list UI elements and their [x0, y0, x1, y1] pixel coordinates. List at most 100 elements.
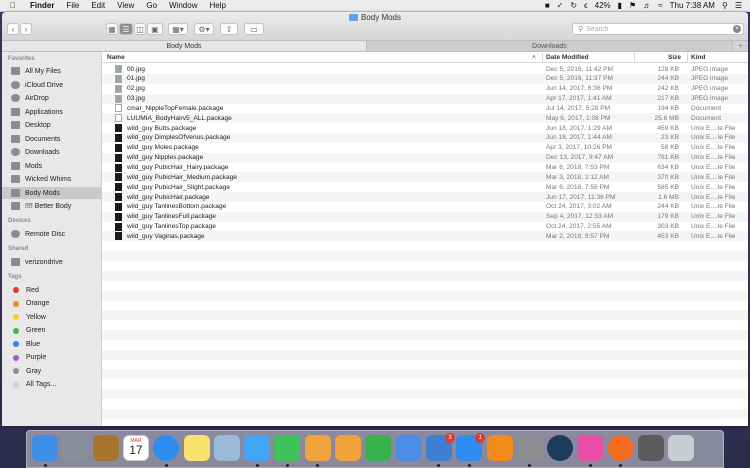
time-machine-icon[interactable]: ↻ — [570, 1, 577, 10]
icon-view-button[interactable]: ▦ — [106, 23, 118, 35]
sidebar-item-desktop[interactable]: Desktop — [2, 119, 101, 131]
table-row[interactable]: 00.jpg Dec 5, 2016, 11:42 PM 128 KB JPEG im… — [102, 64, 748, 74]
finder-icon[interactable] — [32, 435, 58, 461]
table-row[interactable]: wild_guy Butts.package Jun 18, 2017, 1:29… — [102, 123, 748, 133]
share-button[interactable]: ⇧ — [220, 23, 238, 35]
menu-help[interactable]: Help — [209, 1, 225, 10]
column-header-kind[interactable]: Kind — [691, 54, 705, 61]
sidebar-item-body-mods[interactable]: Body Mods — [2, 187, 101, 199]
table-row[interactable]: LUUMIA_BodyHairv5_ALL.package May 6, 2017… — [102, 113, 748, 124]
stickies-icon[interactable] — [183, 435, 210, 461]
preview-icon[interactable] — [213, 435, 240, 461]
sidebar-tag-orange[interactable]: Orange — [2, 298, 101, 310]
battery-percent[interactable]: 42% — [595, 1, 611, 10]
table-row[interactable]: wild_guy PubicHair_Slight.package Mar 6, … — [102, 182, 748, 192]
menu-file[interactable]: File — [66, 1, 79, 10]
notification-center-icon[interactable]: ☰ — [735, 1, 742, 10]
sidebar-item-applications[interactable]: Applications — [2, 106, 101, 118]
tab-body-mods[interactable]: Body Mods — [2, 41, 366, 51]
table-row[interactable]: cmar_NippleTopFemale.package Jul 14, 2017… — [102, 103, 748, 113]
clear-search-icon[interactable]: × — [733, 25, 741, 33]
clock[interactable]: Thu 7:38 AM — [670, 1, 715, 10]
origin-icon[interactable] — [607, 435, 634, 461]
sidebar-item-all-my-files[interactable]: All My Files — [2, 65, 101, 77]
search-field[interactable]: ⚲ Search × — [572, 23, 744, 35]
sidebar-tag-gray[interactable]: Gray — [2, 365, 101, 377]
trash-icon[interactable] — [668, 435, 695, 461]
sidebar-tag-purple[interactable]: Purple — [2, 352, 101, 364]
table-row[interactable]: wild_guy DimplesOfVenus.package Jun 18, 2… — [102, 132, 748, 143]
volume-icon[interactable]: ♬ — [643, 1, 651, 10]
sidebar-item-downloads[interactable]: Downloads — [2, 146, 101, 158]
numbers-icon[interactable] — [365, 435, 392, 461]
table-row[interactable]: 01.jpg Dec 5, 2016, 11:37 PM 244 KB JPEG im… — [102, 73, 748, 84]
sidebar-item-icloud-drive[interactable]: iCloud Drive — [2, 79, 101, 91]
edit-tags-button[interactable]: ▭ — [244, 23, 264, 35]
dropbox-icon[interactable]: ■ — [545, 1, 550, 10]
sidebar-tag-red[interactable]: Red — [2, 284, 101, 296]
safari-icon[interactable] — [153, 435, 180, 461]
action-menu-button[interactable]: ⚙▾ — [194, 23, 214, 35]
table-row[interactable]: 03.jpg Apr 17, 2017, 1:41 AM 217 KB JPEG im… — [102, 93, 748, 104]
wifi-icon[interactable]: ≈ — [658, 1, 662, 10]
table-row[interactable]: wild_guy PubicHair_Hairy.package Mar 6, 2… — [102, 163, 748, 173]
itunes-icon[interactable] — [577, 435, 604, 461]
keynote-stand-icon[interactable]: 3 — [425, 433, 455, 461]
menu-edit[interactable]: Edit — [91, 1, 105, 10]
quicktime-icon[interactable] — [547, 435, 574, 461]
calendar-icon[interactable]: MAR 17 — [122, 435, 149, 461]
column-view-button[interactable]: ◫ — [134, 23, 146, 35]
column-header-name[interactable]: Name — [107, 54, 125, 61]
table-row[interactable]: wild_guy Moles.package Apr 3, 2017, 10:26… — [102, 143, 748, 153]
spotlight-icon[interactable]: ⚲ — [722, 1, 728, 10]
table-row[interactable]: wild_guy Vaginas.package Mar 2, 2018, 9:5… — [102, 231, 748, 242]
menu-app-name[interactable]: Finder — [30, 1, 54, 10]
sidebar-item-airdrop[interactable]: AirDrop — [2, 92, 101, 104]
column-header-size[interactable]: Size — [668, 54, 681, 61]
column-header-date[interactable]: Date Modified — [546, 54, 589, 61]
sidebar-item-documents[interactable]: Documents — [2, 133, 101, 145]
facetime-icon[interactable] — [274, 435, 301, 461]
menu-window[interactable]: Window — [169, 1, 197, 10]
system-preferences-icon[interactable] — [516, 435, 543, 461]
back-button[interactable]: ‹ — [7, 23, 19, 35]
ibooks-icon[interactable] — [486, 435, 513, 461]
app-store-icon[interactable]: 1 — [456, 433, 486, 461]
table-row[interactable]: wild_guy Nipples.package Dec 13, 2017, 9:… — [102, 152, 748, 163]
calculator-icon[interactable] — [638, 435, 664, 461]
sidebar-tag-blue[interactable]: Blue — [2, 338, 101, 350]
sidebar-item-better-body[interactable]: !!!! Better Body — [2, 200, 101, 212]
pages-icon[interactable] — [335, 435, 361, 461]
photos-icon[interactable] — [304, 435, 331, 461]
sidebar-tag-green[interactable]: Green — [2, 325, 101, 337]
menu-view[interactable]: View — [117, 1, 134, 10]
launchpad-icon[interactable] — [62, 435, 89, 461]
notes-book-icon[interactable] — [92, 435, 119, 461]
messages-icon[interactable] — [244, 435, 271, 461]
arrange-menu-button[interactable]: ▦▾ — [168, 23, 188, 35]
sidebar-tag-alltags[interactable]: All Tags... — [2, 379, 101, 391]
bluetooth-icon[interactable]: ϵ — [584, 1, 588, 10]
table-row[interactable]: 02.jpg Jun 14, 2017, 6:36 PM 242 KB JPEG im… — [102, 84, 748, 94]
cover-flow-button[interactable]: ▣ — [147, 23, 163, 35]
keynote-icon[interactable] — [395, 435, 422, 461]
menu-go[interactable]: Go — [146, 1, 157, 10]
status-check-icon[interactable]: ✓ — [557, 1, 564, 10]
table-row[interactable]: wild_guy PubicHair_Medium.package Mar 3, … — [102, 172, 748, 183]
sidebar-item-remote-disc[interactable]: Remote Disc — [2, 228, 101, 240]
sidebar-item-wicked-whims[interactable]: Wicked Whims — [2, 173, 101, 185]
sidebar-tag-yellow[interactable]: Yellow — [2, 311, 101, 323]
table-row[interactable]: wild_guy TanlinesTop.package Oct 24, 2017… — [102, 222, 748, 232]
new-tab-button[interactable]: + — [732, 41, 748, 51]
list-view-button[interactable]: ☰ — [119, 23, 133, 35]
table-row[interactable]: wild_guy TanlinesFull.package Sep 4, 2017… — [102, 211, 748, 222]
table-row[interactable]: wild_guy PubicHair.package Jun 17, 2017, … — [102, 192, 748, 203]
sidebar-item-verizondrive[interactable]: verizondrive — [2, 256, 101, 268]
table-row[interactable]: wild_guy TanlinesBottom.package Oct 24, 2… — [102, 202, 748, 212]
tab-downloads[interactable]: Downloads — [366, 41, 732, 51]
sidebar-item-mods[interactable]: Mods — [2, 160, 101, 172]
sort-chevron-icon[interactable]: ˄ — [532, 54, 536, 61]
flag-icon[interactable]: ⚑ — [629, 1, 636, 10]
battery-icon[interactable]: ▮ — [618, 1, 622, 10]
apple-menu-icon[interactable]:  — [10, 1, 22, 10]
